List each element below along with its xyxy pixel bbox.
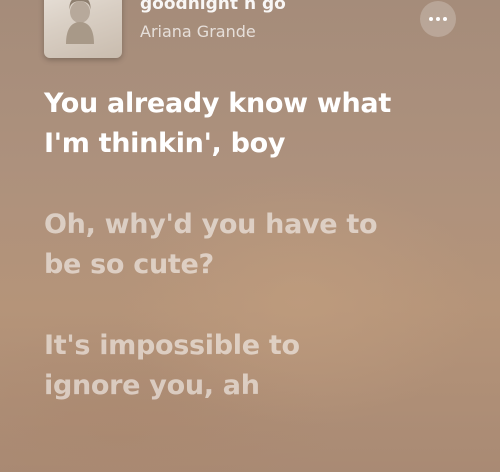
- now-playing-header: goodnight n go Ariana Grande: [0, 0, 500, 70]
- lyric-line: ignore you, ah: [44, 370, 260, 401]
- lyric-line: Oh, why'd you have to: [44, 209, 378, 240]
- track-title: goodnight n go: [140, 0, 286, 14]
- ellipsis-icon: [429, 17, 447, 21]
- lyric-block[interactable]: You already know what I'm thinkin', boy: [44, 84, 484, 164]
- more-options-button[interactable]: [420, 1, 456, 37]
- album-art-figure-icon: [66, 0, 94, 44]
- lyric-line-active: You already know what: [44, 88, 391, 119]
- lyric-line-active: I'm thinkin', boy: [44, 128, 286, 159]
- track-info[interactable]: goodnight n go Ariana Grande: [140, 0, 286, 41]
- lyric-line: It's impossible to: [44, 330, 300, 361]
- lyric-block[interactable]: It's impossible to ignore you, ah: [44, 326, 484, 406]
- lyric-line: be so cute?: [44, 249, 214, 280]
- lyrics-screen: goodnight n go Ariana Grande You already…: [0, 0, 500, 472]
- album-artwork[interactable]: [44, 0, 122, 58]
- track-artist: Ariana Grande: [140, 22, 256, 41]
- lyric-block[interactable]: Oh, why'd you have to be so cute?: [44, 205, 484, 285]
- lyrics-list: You already know what I'm thinkin', boy …: [44, 84, 484, 447]
